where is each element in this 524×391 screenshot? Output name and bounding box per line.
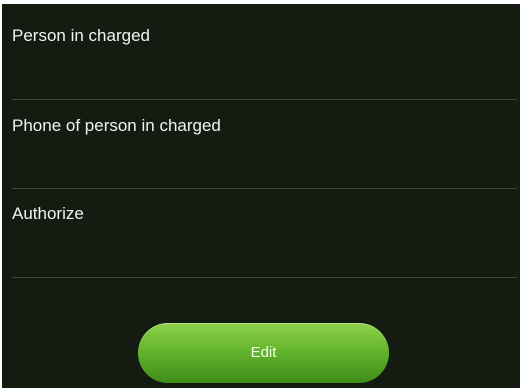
divider bbox=[12, 188, 517, 189]
field-label-phone-of-person-in-charged: Phone of person in charged bbox=[12, 116, 221, 135]
field-label-person-in-charged: Person in charged bbox=[12, 26, 150, 45]
field-label-authorize: Authorize bbox=[12, 204, 84, 223]
edit-button[interactable]: Edit bbox=[138, 323, 389, 383]
divider bbox=[12, 99, 517, 100]
info-panel: Person in charged Phone of person in cha… bbox=[2, 4, 520, 388]
divider bbox=[12, 277, 517, 278]
